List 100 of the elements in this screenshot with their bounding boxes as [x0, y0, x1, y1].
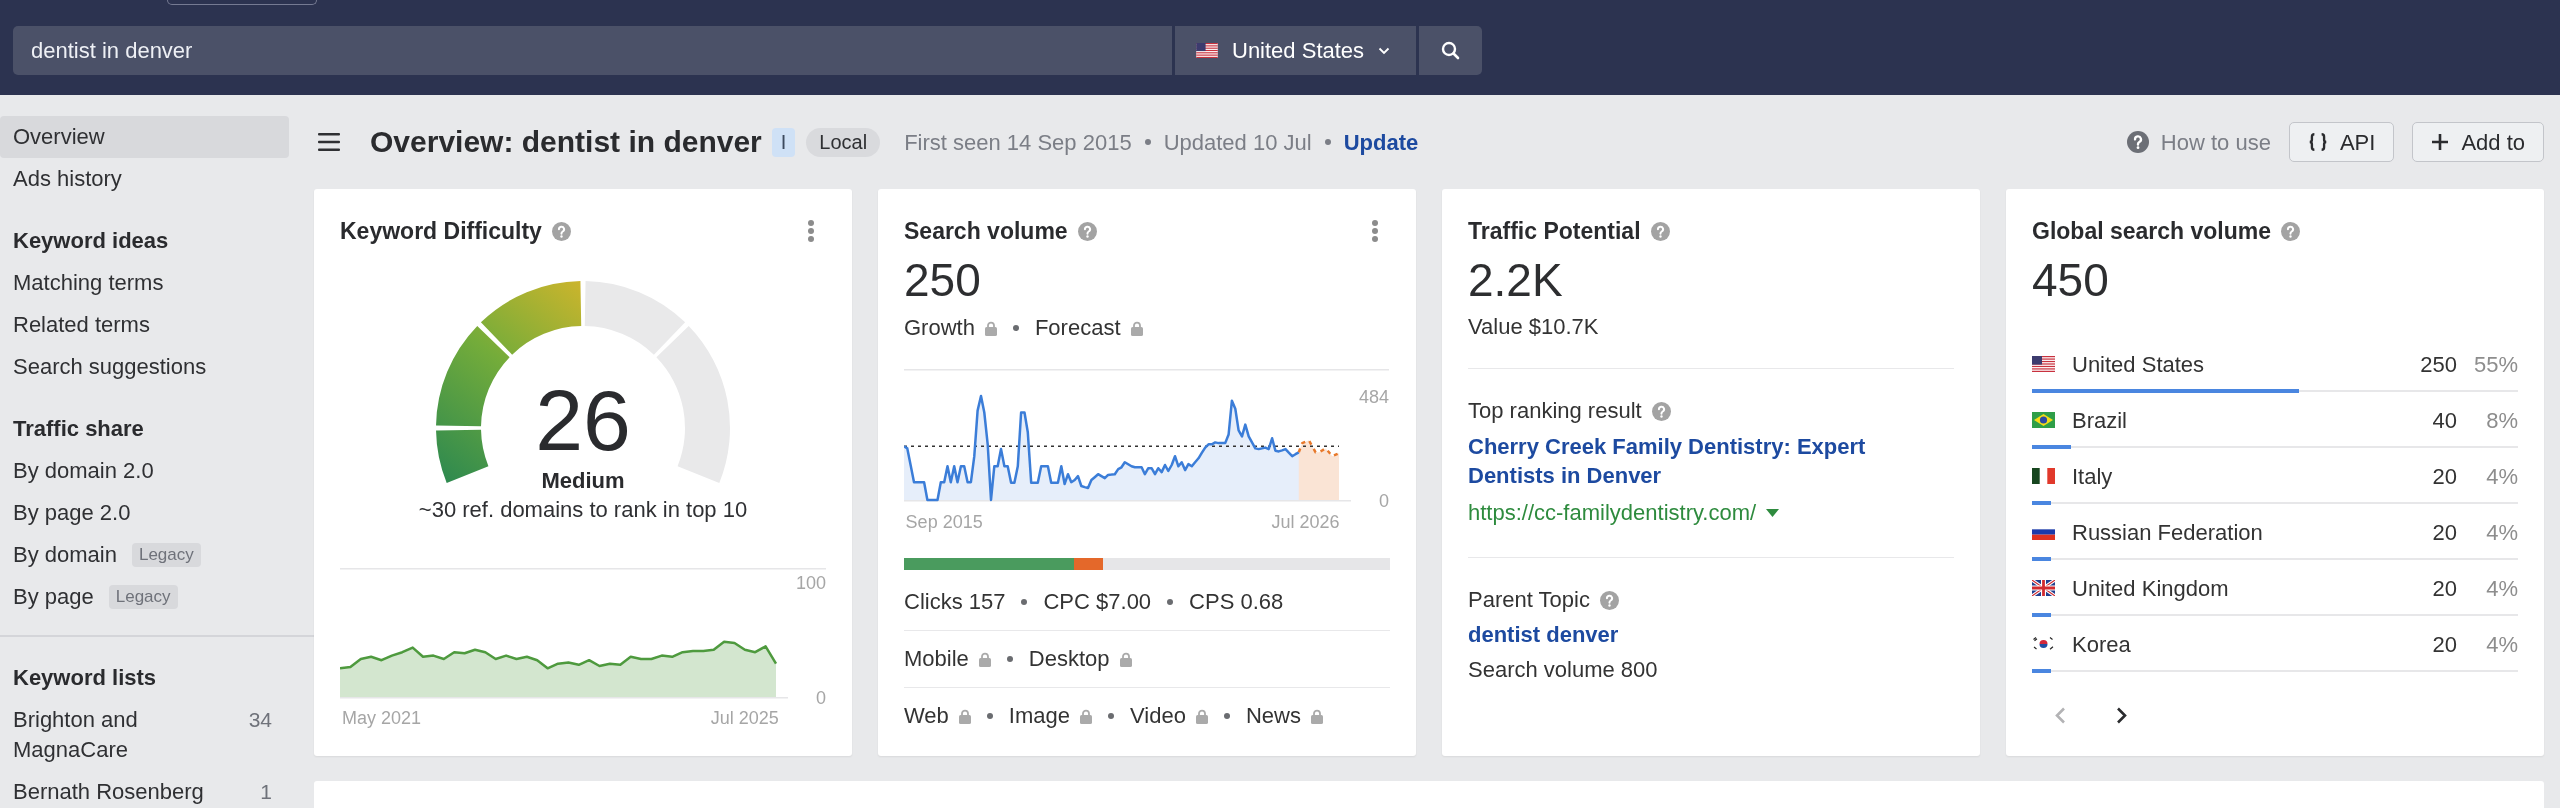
axis-label: 0	[1379, 490, 1389, 511]
section-heading: Keyword ideas	[12, 227, 170, 255]
parent-topic-link[interactable]: dentist denver	[1468, 620, 1619, 650]
keyword-type-label: Local	[806, 127, 881, 157]
plus-icon	[2431, 133, 2450, 151]
sidebar-item[interactable]: By domain 2.0	[0, 450, 289, 492]
separator-dot-icon	[1108, 713, 1114, 719]
country-dropdown[interactable]: United States	[1175, 26, 1416, 75]
brazil-flag-icon	[2032, 412, 2055, 428]
chevron-left-icon	[2055, 706, 2066, 724]
traffic-potential-value: 2.2K	[1468, 255, 1563, 305]
country-volume: 20	[2431, 630, 2457, 659]
forecast-line	[1297, 439, 1340, 458]
country-name: United Kingdom	[2072, 574, 2230, 603]
separator-dot-icon	[1324, 139, 1331, 145]
country-volume: 250	[2419, 350, 2457, 379]
country-share: 4%	[2485, 462, 2518, 491]
result-type-label: Video	[1130, 702, 1186, 730]
country-name: Brazil	[2072, 406, 2128, 435]
code-braces-icon	[2307, 131, 2328, 153]
country-name: Russian Federation	[2072, 518, 2264, 547]
axis-label: 0	[816, 687, 826, 708]
chevron-right-icon	[2116, 706, 2127, 724]
more-options-icon[interactable]	[1371, 219, 1379, 243]
country-name: United States	[2072, 350, 2206, 379]
search-button[interactable]	[1419, 26, 1482, 75]
sidebar-item[interactable]: Brighton and MagnaCare 34	[0, 699, 289, 771]
help-icon[interactable]	[2281, 221, 2301, 241]
search-icon	[1441, 41, 1460, 60]
country-name: Italy	[2072, 462, 2114, 491]
item-count: 1	[260, 779, 272, 805]
result-type-label: News	[1245, 702, 1301, 730]
chevron-down-icon	[1378, 46, 1391, 55]
click-stat: CPC $7.00	[1043, 588, 1152, 616]
country-volume: 40	[2431, 406, 2457, 435]
page-title: Overview: dentist in denver	[370, 124, 762, 160]
card-title: Search volume	[904, 217, 1068, 246]
axis-label: 100	[795, 572, 826, 593]
separator-dot-icon	[986, 713, 993, 719]
sidebar-item[interactable]: Overview	[0, 116, 289, 158]
help-icon[interactable]	[551, 221, 571, 241]
api-button[interactable]: API	[2288, 122, 2395, 162]
help-icon[interactable]	[1650, 221, 1670, 241]
update-link[interactable]: Update	[1343, 125, 1419, 159]
south-korea-flag-icon	[2032, 636, 2055, 652]
italy-flag-icon	[2032, 468, 2055, 484]
search-field[interactable]: dentist in denver	[13, 26, 1172, 75]
click-stat: Clicks 157	[904, 588, 1006, 616]
sidebar-item[interactable]: Bernath Rosenberg 1	[0, 771, 289, 808]
caret-down-icon[interactable]	[1766, 509, 1780, 517]
separator-dot-icon	[1012, 325, 1019, 331]
result-title-link[interactable]: Cherry Creek Family Dentistry: Expert Dentists in Denver	[1468, 432, 1898, 490]
device-label: Desktop	[1028, 645, 1110, 673]
date-info: First seen 14 Sep 2015	[904, 128, 1132, 157]
country-volume: 20	[2431, 462, 2457, 491]
section-label: Parent Topic	[1468, 586, 1590, 614]
separator-dot-icon	[1021, 599, 1028, 605]
status-label: Legacy	[108, 585, 178, 609]
separator-dot-icon	[1223, 713, 1230, 719]
sidebar-item[interactable]: Related terms	[0, 304, 289, 346]
sidebar-item[interactable]: Matching terms	[0, 262, 289, 304]
difficulty-note: ~30 ref. domains to rank in top 10	[418, 497, 748, 523]
country-volume: 20	[2431, 574, 2457, 603]
help-icon[interactable]	[1599, 590, 1619, 610]
sidebar-item[interactable]: By page 2.0	[0, 492, 289, 534]
global-volume-value: 450	[2032, 255, 2109, 305]
us-flag-icon	[2032, 356, 2055, 372]
item-count: 34	[248, 707, 272, 733]
country-share: 55%	[2472, 350, 2518, 379]
status-label: Legacy	[131, 543, 201, 567]
help-icon[interactable]	[1651, 401, 1671, 421]
uk-flag-icon	[2032, 580, 2055, 596]
sidebar-item[interactable]: By domain Legacy	[0, 534, 289, 576]
card-title: Traffic Potential	[1468, 217, 1641, 246]
country-share: 8%	[2485, 406, 2518, 435]
axis-label: May 2021	[342, 708, 422, 728]
axis-label: Sep 2015	[905, 512, 983, 532]
card-title: Keyword Difficulty	[340, 217, 542, 246]
country-volume: 20	[2431, 518, 2457, 547]
more-options-icon[interactable]	[807, 219, 815, 243]
sidebar-item[interactable]: By page Legacy	[0, 576, 289, 618]
date-info: Updated 10 Jul	[1163, 128, 1312, 157]
intent-indicator: I	[771, 127, 796, 157]
help-icon[interactable]	[1077, 221, 1097, 241]
menu-icon[interactable]	[318, 133, 340, 151]
difficulty-score: 26	[535, 377, 631, 463]
help-icon[interactable]	[2126, 131, 2149, 153]
sidebar-item[interactable]: Ads history	[0, 158, 289, 200]
result-url-link[interactable]: https://cc-familydentistry.com/	[1468, 498, 1757, 528]
country-name: Korea	[2072, 630, 2132, 659]
axis-label: 484	[1358, 386, 1389, 407]
us-flag-icon	[1196, 43, 1218, 58]
axis-label: Jul 2026	[1271, 512, 1340, 532]
add-to-button[interactable]: Add to	[2412, 122, 2544, 162]
sidebar-item[interactable]: Search suggestions	[0, 346, 289, 388]
separator-dot-icon	[1144, 139, 1151, 145]
country-share: 4%	[2485, 574, 2518, 603]
separator-dot-icon	[1006, 656, 1013, 662]
search-volume-value: 250	[904, 255, 981, 305]
separator-dot-icon	[1167, 599, 1174, 605]
